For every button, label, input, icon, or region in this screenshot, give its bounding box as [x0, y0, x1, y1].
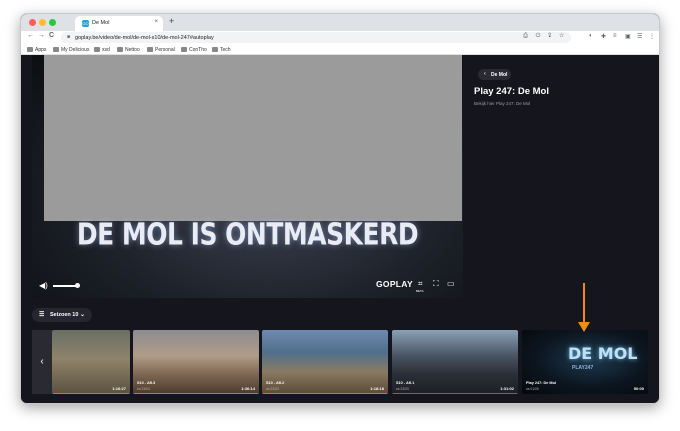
browser-toolbar: ← → C ■ goplay.be/video/de-mol/de-mol-s1…: [21, 31, 659, 44]
chevron-left-icon: ‹: [484, 71, 486, 77]
folder-icon: [94, 47, 100, 52]
browser-window: GO De Mol × + ← → C ■ goplay.be/video/de…: [20, 13, 660, 404]
volume-slider-handle[interactable]: [75, 283, 80, 288]
episode-label: S10 - Afl.3: [137, 381, 156, 385]
extension-icon-1[interactable]: ◐: [589, 33, 593, 39]
maximize-window-button[interactable]: [49, 19, 56, 26]
bookmarks-bar: Apps My Delicious xsd Nettoo Personal Co…: [21, 44, 659, 55]
annotation-arrow-shaft: [583, 283, 585, 323]
season-selector[interactable]: ☰ Seizoen 10 ⌄: [32, 308, 92, 322]
folder-icon: [147, 47, 153, 52]
page-content: DE MOL IS ONTMASKERD ◀) GOPLAY ⌗ BETA ⛶ …: [21, 55, 659, 403]
episode-label: S10 - Afl.2: [266, 381, 285, 385]
episode-title: Play 247: De Mol: [474, 86, 549, 97]
fullscreen-icon[interactable]: ⛶: [433, 279, 439, 289]
bookmark-icon: [53, 47, 59, 52]
address-url: goplay.be/video/de-mol/de-mol-s10/de-mol…: [75, 34, 214, 41]
bookmark-contho[interactable]: ConTho: [181, 47, 207, 53]
minimize-window-button[interactable]: [39, 19, 46, 26]
address-bar[interactable]: ■ goplay.be/video/de-mol/de-mol-s10/de-m…: [61, 32, 571, 43]
reading-list-icon[interactable]: ≡: [613, 33, 617, 39]
tab-title: De Mol: [92, 20, 110, 26]
thumbnail-image: [52, 330, 130, 394]
tab-strip: GO De Mol × +: [21, 14, 659, 31]
extension-puzzle-icon[interactable]: ✚: [601, 33, 606, 40]
bookmark-my-delicious[interactable]: My Delicious: [53, 47, 89, 53]
side-panel-icon[interactable]: ▣: [625, 33, 631, 40]
tab-close-icon[interactable]: ×: [154, 19, 158, 25]
episode-thumbnail-1[interactable]: 1:16:27: [52, 330, 130, 394]
new-tab-button[interactable]: +: [169, 16, 174, 26]
episode-date: za 23/03: [266, 387, 279, 391]
tab-de-mol[interactable]: GO De Mol ×: [75, 16, 163, 31]
theater-mode-icon[interactable]: ▭: [447, 279, 455, 288]
episode-label: Play 247: De Mol: [526, 381, 556, 385]
watch-progress-bar: [52, 392, 130, 394]
watch-progress-bar: [392, 392, 518, 394]
back-to-show-label: De Mol: [491, 72, 508, 78]
goplay-logo: GOPLAY: [376, 279, 413, 289]
episode-thumbnail-play247[interactable]: DE MOL PLAY247 Play 247: De Mol za 01/05…: [522, 330, 648, 394]
apps-grid-icon: [27, 47, 33, 52]
episode-duration: 50:00: [633, 386, 644, 391]
chevron-down-icon: ⌄: [80, 312, 86, 318]
watch-progress-bar: [262, 392, 388, 394]
folder-icon: [181, 47, 187, 52]
season-label: Seizoen 10: [50, 312, 79, 318]
bookmark-personal[interactable]: Personal: [147, 47, 175, 53]
play247-logo: PLAY247: [572, 365, 594, 371]
volume-slider[interactable]: [53, 285, 77, 287]
menu-icon[interactable]: ⋮: [649, 33, 655, 40]
episode-date: za 01/05: [526, 387, 539, 391]
goplay-favicon-icon: GO: [82, 20, 89, 27]
omnibox-action-icons[interactable]: ⎙ ⏻ ⇪ ☆: [523, 33, 567, 40]
close-window-button[interactable]: [29, 19, 36, 26]
back-to-show-button[interactable]: ‹ De Mol: [478, 69, 511, 80]
profile-icon[interactable]: ☰: [637, 33, 642, 40]
episode-duration: 1:31:02: [500, 386, 514, 391]
bookmark-nettoo[interactable]: Nettoo: [117, 47, 140, 53]
episode-date: za 23/03: [396, 387, 409, 391]
episode-duration: 1:36:14: [241, 386, 255, 391]
forward-arrow-icon[interactable]: →: [38, 32, 45, 39]
back-arrow-icon[interactable]: ←: [27, 32, 34, 39]
bookmark-apps[interactable]: Apps: [27, 47, 46, 53]
de-mol-logo: DE MOL: [568, 344, 638, 363]
cast-icon[interactable]: ⌗: [418, 279, 423, 289]
filter-icon: ☰: [39, 312, 45, 318]
lock-icon: ■: [67, 34, 71, 40]
folder-icon: [212, 47, 218, 52]
reload-icon[interactable]: C: [49, 32, 54, 39]
episode-thumbnail-4[interactable]: S10 - Afl.1 za 23/03 1:31:02: [392, 330, 518, 394]
episode-thumbnail-2[interactable]: S10 - Afl.3 za 23/04 1:36:14: [133, 330, 259, 394]
episode-thumbnail-3[interactable]: S10 - Afl.2 za 23/03 1:18:18: [262, 330, 388, 394]
episode-date: za 23/04: [137, 387, 150, 391]
volume-icon[interactable]: ◀): [39, 281, 48, 290]
episode-duration: 1:18:18: [370, 386, 384, 391]
annotation-arrow-icon: [578, 322, 590, 332]
bookmark-xsd[interactable]: xsd: [94, 47, 110, 53]
folder-icon: [117, 47, 123, 52]
video-caption: DE MOL IS ONTMASKERD: [76, 217, 419, 252]
bookmark-tech[interactable]: Tech: [212, 47, 231, 53]
episode-label: S10 - Afl.1: [396, 381, 415, 385]
video-overlay-placeholder: [44, 55, 462, 221]
episode-subtitle: Bekijk hier Play 247: De Mol: [474, 101, 531, 106]
carousel-prev-button[interactable]: ‹: [32, 330, 52, 394]
cast-beta-label: BETA: [416, 289, 424, 293]
episode-duration: 1:16:27: [112, 386, 126, 391]
watch-progress-bar: [133, 392, 259, 394]
video-player[interactable]: DE MOL IS ONTMASKERD ◀) GOPLAY ⌗ BETA ⛶ …: [32, 55, 463, 298]
